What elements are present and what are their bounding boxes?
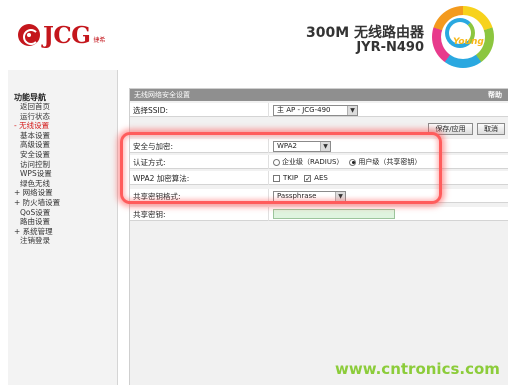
sidebar-nav: 返回首页 运行状态 - 无线设置 基本设置 高级设置 安全设置 访问控制 WPS… [14, 102, 60, 246]
sidebar-item-system[interactable]: + 系统管理 [14, 227, 60, 237]
security-mode-label: 安全与加密: [133, 142, 174, 151]
shared-key-input[interactable] [273, 209, 395, 219]
aes-label: AES [314, 174, 328, 182]
chevron-down-icon: ▼ [320, 141, 330, 151]
tkip-checkbox[interactable] [273, 174, 280, 182]
security-mode-row: 安全与加密: WPA2 ▼ [130, 139, 508, 153]
sidebar-item-home[interactable]: 返回首页 [14, 102, 60, 112]
young-badge-icon: Young [432, 6, 494, 68]
auth-mode-label: 认证方式: [133, 158, 166, 167]
help-link[interactable]: 帮助 [488, 90, 502, 100]
brand-logo: JCG 捷希 [18, 21, 106, 49]
ssid-row: 选择SSID: 主 AP - JCG-490 ▼ [130, 103, 508, 117]
auth-enterprise-radio[interactable] [273, 158, 280, 166]
aes-checkbox[interactable]: ✓ [304, 174, 312, 182]
panel-title: 无线网络安全设置 [134, 91, 190, 99]
auth-mode-row: 认证方式: 企业级（RADIUS） 用户级（共享密钥） [130, 155, 508, 169]
sidebar-item-qos[interactable]: QoS设置 [14, 208, 60, 218]
sidebar: 功能导航 返回首页 运行状态 - 无线设置 基本设置 高级设置 安全设置 访问控… [8, 70, 118, 385]
sidebar-item-security[interactable]: 安全设置 [14, 150, 60, 160]
key-format-label: 共享密钥格式: [133, 192, 181, 201]
security-mode-value: WPA2 [277, 142, 297, 150]
panel-header: 无线网络安全设置 帮助 [130, 89, 508, 101]
sidebar-item-advanced[interactable]: 高级设置 [14, 140, 60, 150]
sidebar-item-logout[interactable]: 注销登录 [14, 236, 60, 246]
sidebar-item-routing[interactable]: 路由设置 [14, 217, 60, 227]
key-format-row: 共享密钥格式: Passphrase ▼ [130, 189, 508, 203]
sidebar-item-network[interactable]: + 网络设置 [14, 188, 60, 198]
sidebar-item-green-wireless[interactable]: 绿色无线 [14, 179, 60, 189]
auth-enterprise-label: 企业级（RADIUS） [282, 158, 344, 166]
brand-name: JCG [43, 21, 91, 49]
auth-personal-radio[interactable] [349, 158, 357, 166]
sidebar-item-wireless[interactable]: - 无线设置 [14, 121, 60, 131]
settings-panel: 无线网络安全设置 帮助 选择SSID: 主 AP - JCG-490 ▼ 保存/… [129, 88, 508, 385]
cancel-button[interactable]: 取消 [477, 123, 505, 135]
encryption-algorithm-label: WPA2 加密算法: [133, 174, 190, 183]
security-mode-select[interactable]: WPA2 ▼ [273, 140, 331, 152]
encryption-algorithm-row: WPA2 加密算法: TKIP ✓ AES [130, 171, 508, 185]
ssid-label: 选择SSID: [133, 106, 169, 115]
chevron-down-icon: ▼ [335, 191, 345, 201]
product-title: 300M 无线路由器 [305, 25, 424, 41]
shared-key-row: 共享密钥: [130, 207, 508, 221]
key-format-value: Passphrase [277, 192, 317, 200]
auth-personal-label: 用户级（共享密钥） [358, 158, 422, 166]
tkip-label: TKIP [283, 174, 299, 182]
sidebar-item-basic[interactable]: 基本设置 [14, 131, 60, 141]
header: JCG 捷希 300M 无线路由器 JYR-N490 Young [0, 0, 517, 70]
save-apply-button[interactable]: 保存/应用 [428, 123, 473, 135]
ssid-select-value: 主 AP - JCG-490 [277, 106, 331, 114]
model-name: JYR-N490 [356, 40, 424, 55]
key-format-select[interactable]: Passphrase ▼ [273, 190, 346, 202]
chevron-down-icon: ▼ [347, 105, 357, 115]
sidebar-item-access-control[interactable]: 访问控制 [14, 160, 60, 170]
brand-subtitle: 捷希 [93, 37, 106, 44]
sidebar-item-status[interactable]: 运行状态 [14, 112, 60, 122]
ssid-select[interactable]: 主 AP - JCG-490 ▼ [273, 104, 358, 116]
badge-text: Young [453, 37, 484, 47]
sidebar-item-firewall[interactable]: + 防火墙设置 [14, 198, 60, 208]
brand-logo-icon [18, 24, 40, 46]
watermark-text: www.cntronics.com [335, 360, 500, 378]
sidebar-item-wps[interactable]: WPS设置 [14, 169, 60, 179]
shared-key-label: 共享密钥: [133, 210, 166, 219]
